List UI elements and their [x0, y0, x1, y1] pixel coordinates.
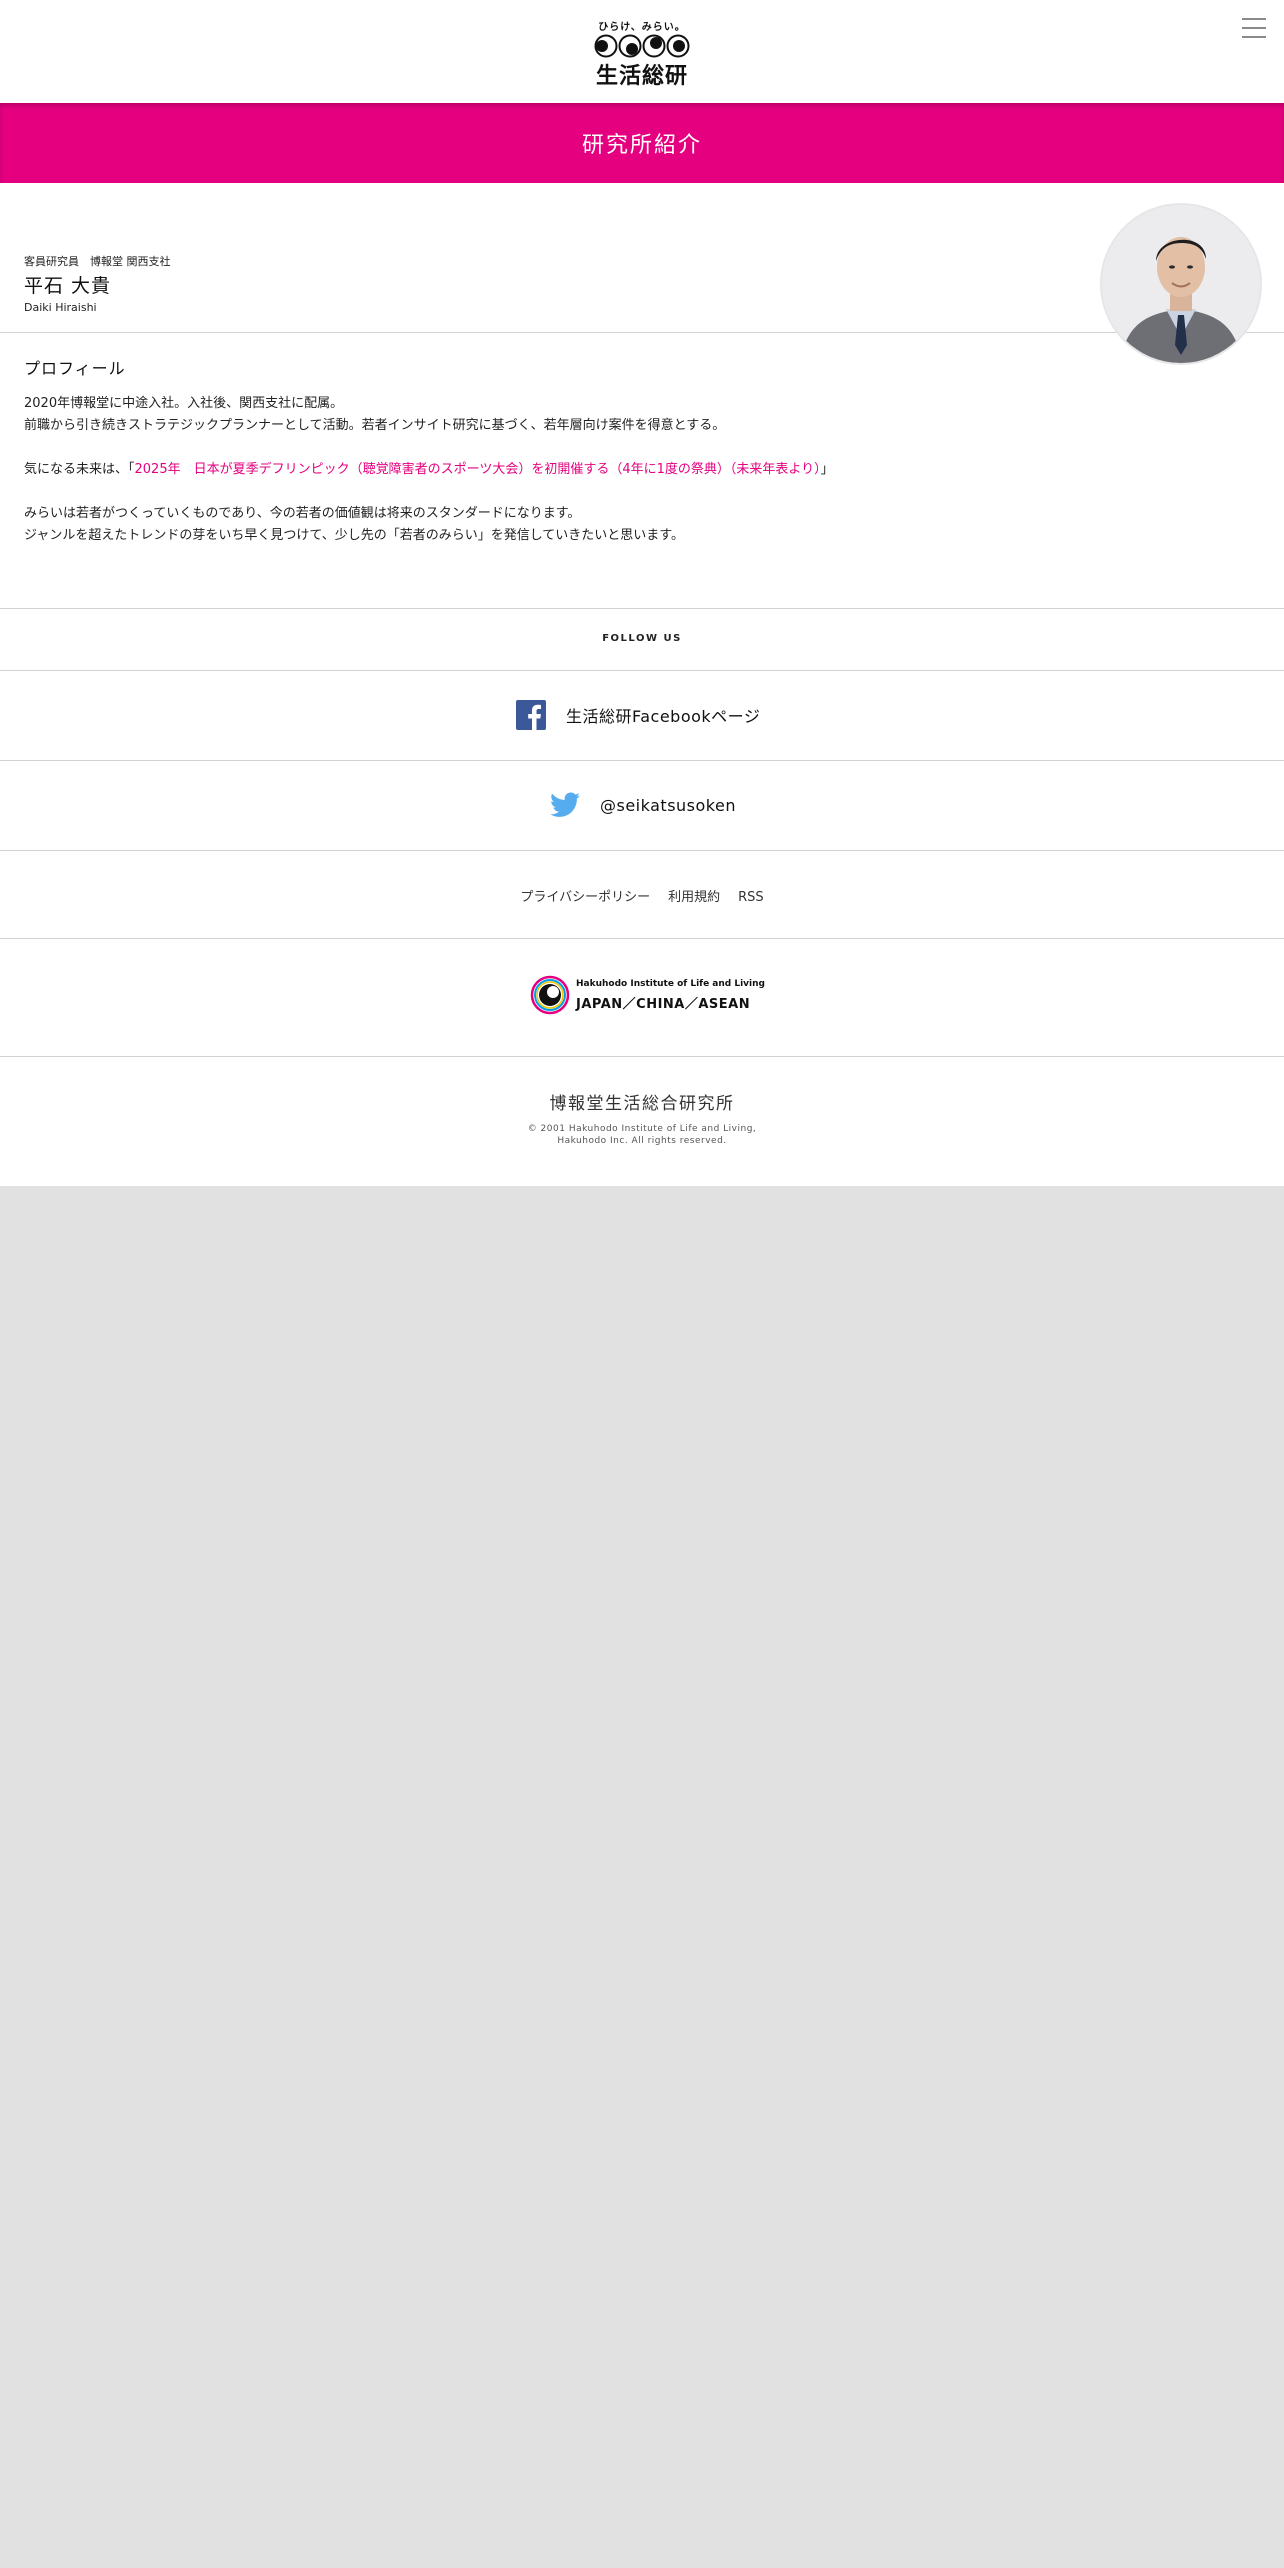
twitter-row: @seikatsusoken	[0, 760, 1284, 850]
follow-us-label: FOLLOW US	[602, 633, 682, 644]
profile-paragraph: 2020年博報堂に中途入社。入社後、関西支社に配属。 前職から引き続きストラテジ…	[24, 393, 1254, 437]
profile-text-prefix: 気になる未来は、「	[24, 462, 135, 477]
twitter-link[interactable]: @seikatsusoken	[550, 789, 736, 821]
brand-row: Hakuhodo Institute of Life and Living JA…	[0, 938, 1284, 1056]
footer-links: プライバシーポリシー 利用規約 RSS	[0, 886, 1284, 905]
copyright-line: Hakuhodo Inc. All rights reserved.	[557, 1136, 727, 1146]
copyright-text: © 2001 Hakuhodo Institute of Life and Li…	[0, 1123, 1284, 1147]
site-header: ひらけ、みらい。 生活総研	[0, 0, 1284, 103]
brand-eye-icon	[530, 975, 570, 1015]
profile-body: 2020年博報堂に中途入社。入社後、関西支社に配属。 前職から引き続きストラテジ…	[24, 393, 1254, 569]
researcher-role: 客員研究員 博報堂 関西支社	[24, 255, 171, 268]
copyright-line: © 2001 Hakuhodo Institute of Life and Li…	[527, 1124, 757, 1134]
copyright-row: 博報堂生活総合研究所 © 2001 Hakuhodo Institute of …	[0, 1056, 1284, 1186]
profile-paragraph: みらいは若者がつくっていくものであり、今の若者の価値観は将来のスタンダードになり…	[24, 503, 1254, 547]
site-logo[interactable]: ひらけ、みらい。 生活総研	[592, 18, 692, 89]
follow-us-row: FOLLOW US	[0, 608, 1284, 670]
logo-eyes-icon	[594, 34, 690, 58]
twitter-icon	[550, 792, 580, 817]
hakuhodo-institute-logo[interactable]: Hakuhodo Institute of Life and Living JA…	[530, 975, 765, 1019]
organization-name: 博報堂生活総合研究所	[549, 1094, 735, 1114]
facebook-row: 生活総研Facebookページ	[0, 670, 1284, 760]
researcher-name: 平石 大貴	[24, 275, 112, 297]
facebook-label: 生活総研Facebookページ	[566, 707, 761, 726]
footer-links-row: プライバシーポリシー 利用規約 RSS	[0, 850, 1284, 938]
page-title-band: 研究所紹介	[0, 103, 1284, 183]
hamburger-menu-icon[interactable]	[1240, 16, 1268, 40]
facebook-link[interactable]: 生活総研Facebookページ	[516, 699, 760, 731]
brand-line1: Hakuhodo Institute of Life and Living	[576, 979, 765, 989]
logo-name: 生活総研	[595, 64, 688, 89]
twitter-label: @seikatsusoken	[600, 795, 736, 815]
future-chronology-link[interactable]: 2025年 日本が夏季デフリンピック（聴覚障害者のスポーツ大会）を初開催する（4…	[135, 462, 821, 477]
terms-link[interactable]: 利用規約	[668, 890, 720, 905]
brand-line2: JAPAN／CHINA／ASEAN	[576, 997, 751, 1012]
facebook-icon	[516, 700, 546, 730]
logo-tagline: ひらけ、みらい。	[598, 22, 686, 33]
profile-heading: プロフィール	[24, 359, 126, 378]
profile-paragraph: 気になる未来は、「2025年 日本が夏季デフリンピック（聴覚障害者のスポーツ大会…	[24, 459, 1254, 481]
researcher-name-roman: Daiki Hiraishi	[24, 301, 97, 314]
page-title: 研究所紹介	[581, 133, 702, 158]
profile-section: 客員研究員 博報堂 関西支社 平石 大貴 Daiki Hiraishi プロフィ…	[0, 183, 1284, 608]
privacy-policy-link[interactable]: プライバシーポリシー	[520, 890, 650, 905]
researcher-photo	[1100, 203, 1262, 365]
divider	[0, 332, 1284, 333]
rss-link[interactable]: RSS	[738, 890, 764, 905]
person-portrait-icon	[1102, 205, 1260, 363]
profile-text-suffix: 」	[820, 462, 834, 477]
profile-line: 前職から引き続きストラテジックプランナーとして活動。若者インサイト研究に基づく、…	[24, 418, 726, 433]
page: ひらけ、みらい。 生活総研 研究所紹介 客員研究員 博報堂 関西支社 平石 大貴…	[0, 0, 1284, 2568]
profile-line: 2020年博報堂に中途入社。入社後、関西支社に配属。	[24, 396, 344, 411]
profile-line: みらいは若者がつくっていくものであり、今の若者の価値観は将来のスタンダードになり…	[24, 506, 581, 521]
profile-line: ジャンルを超えたトレンドの芽をいち早く見つけて、少し先の「若者のみらい」を発信し…	[24, 528, 685, 543]
